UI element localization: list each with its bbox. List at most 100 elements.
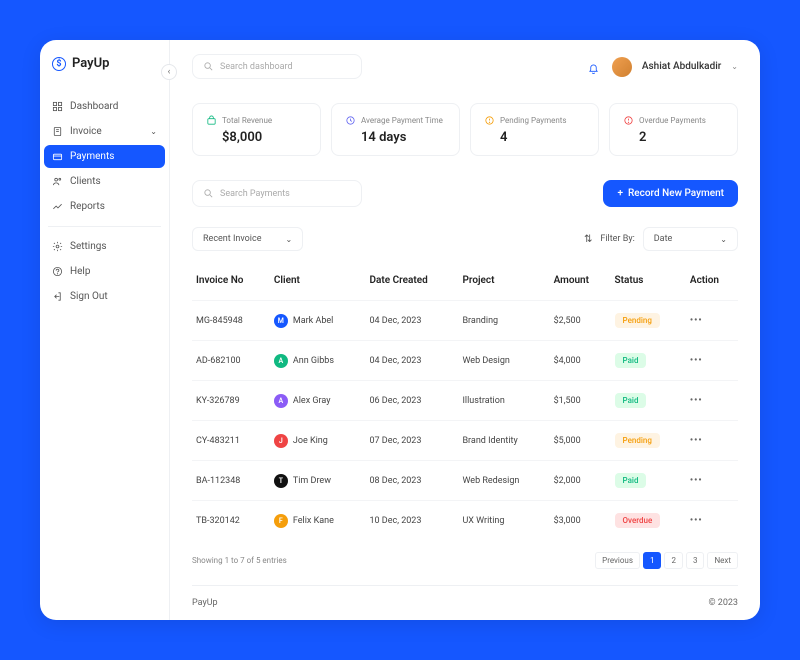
sort-dropdown[interactable]: Recent Invoice ⌄ [192, 227, 303, 251]
button-label: Record New Payment [628, 188, 724, 199]
table-row: KY-326789 AAlex Gray 06 Dec, 2023 Illust… [192, 381, 738, 421]
user-area: Ashiat Abdulkadir ⌄ [588, 57, 738, 77]
stat-icon [205, 114, 217, 126]
record-payment-button[interactable]: + Record New Payment [603, 180, 738, 207]
client-cell: AAlex Gray [274, 394, 362, 408]
sidebar-item-signout[interactable]: Sign Out [44, 285, 165, 308]
page-footer: PayUp © 2023 [192, 585, 738, 620]
row-actions-button[interactable]: ••• [690, 356, 703, 366]
row-actions-button[interactable]: ••• [690, 476, 703, 486]
stat-card: Pending Payments 4 [470, 103, 599, 156]
row-actions-button[interactable]: ••• [690, 316, 703, 326]
sidebar-divider [48, 226, 161, 227]
sidebar-item-label: Invoice [70, 126, 102, 137]
stat-label: Total Revenue [222, 116, 272, 125]
client-name: Ann Gibbs [293, 356, 334, 366]
status-badge: Paid [615, 473, 647, 488]
client-avatar: F [274, 514, 288, 528]
client-avatar: A [274, 394, 288, 408]
client-name: Felix Kane [293, 516, 334, 526]
invoice-cell: MG-845948 [192, 301, 270, 341]
date-cell: 06 Dec, 2023 [365, 381, 458, 421]
column-header: Action [686, 267, 738, 301]
table-row: TB-320142 FFelix Kane 10 Dec, 2023 UX Wr… [192, 501, 738, 541]
sidebar-item-label: Payments [70, 151, 114, 162]
stat-icon [483, 114, 495, 126]
footer-brand: PayUp [192, 598, 218, 608]
project-cell: Brand Identity [458, 421, 549, 461]
amount-cell: $4,000 [550, 341, 611, 381]
sidebar-item-reports[interactable]: Reports [44, 195, 165, 218]
pagination-next[interactable]: Next [707, 552, 738, 569]
table-footer: Showing 1 to 7 of 5 entries Previous123N… [192, 540, 738, 585]
project-cell: Branding [458, 301, 549, 341]
table-row: CY-483211 J Joe King 07 Dec, 2023 Brand I… [192, 421, 738, 461]
search-dashboard-input[interactable]: Search dashboard [192, 54, 362, 79]
client-name: Mark Abel [293, 316, 333, 326]
logo-icon: $ [52, 57, 66, 71]
invoice-cell: AD-682100 [192, 341, 270, 381]
sidebar-item-help[interactable]: Help [44, 260, 165, 283]
pagination-page[interactable]: 3 [686, 552, 705, 569]
reports-icon [52, 201, 63, 212]
client-avatar: T [274, 474, 288, 488]
column-header: Invoice No [192, 267, 270, 301]
stat-value: 4 [483, 130, 586, 145]
filter-icon: ⇅ [584, 234, 592, 245]
row-actions-button[interactable]: ••• [690, 516, 703, 526]
status-badge: Pending [615, 433, 660, 448]
invoice-cell: CY-483211 [192, 421, 270, 461]
row-actions-button[interactable]: ••• [690, 396, 703, 406]
stat-value: 2 [622, 130, 725, 145]
search-placeholder: Search Payments [220, 189, 290, 199]
brand-name: PayUp [72, 56, 109, 71]
invoice-cell: KY-326789 [192, 381, 270, 421]
column-header: Amount [550, 267, 611, 301]
chevron-down-icon[interactable]: ⌄ [731, 62, 738, 71]
logo: $ PayUp [44, 56, 165, 95]
footer-copy: © 2023 [708, 598, 738, 608]
collapse-sidebar-button[interactable]: ‹ [161, 64, 177, 80]
clients-icon [52, 176, 63, 187]
client-avatar: J [274, 434, 288, 448]
column-header: Client [270, 267, 366, 301]
avatar[interactable] [612, 57, 632, 77]
pagination-page[interactable]: 2 [664, 552, 683, 569]
sidebar-item-clients[interactable]: Clients [44, 170, 165, 193]
sidebar-item-label: Sign Out [70, 291, 108, 302]
sidebar-item-invoice[interactable]: Invoice ⌄ [44, 120, 165, 143]
column-header: Status [611, 267, 686, 301]
client-name: Joe King [293, 436, 328, 446]
project-cell: Illustration [458, 381, 549, 421]
actions-row: Search Payments + Record New Payment [192, 180, 738, 207]
dropdown-value: Date [654, 234, 673, 244]
stat-label: Average Payment Time [361, 116, 443, 125]
project-cell: UX Writing [458, 501, 549, 541]
pagination-prev[interactable]: Previous [595, 552, 640, 569]
filter-by: ⇅ Filter By: Date ⌄ [584, 227, 738, 251]
filter-label: Filter By: [600, 234, 634, 244]
search-placeholder: Search dashboard [220, 62, 293, 72]
pagination-page[interactable]: 1 [643, 552, 662, 569]
table-row: MG-845948 MMark Abel 04 Dec, 2023 Brandi… [192, 301, 738, 341]
amount-cell: $2,000 [550, 461, 611, 501]
filter-row: Recent Invoice ⌄ ⇅ Filter By: Date ⌄ [192, 227, 738, 251]
stats-row: Total Revenue$8,000Average Payment Time1… [192, 103, 738, 156]
sidebar-item-label: Settings [70, 241, 107, 252]
amount-cell: $2,500 [550, 301, 611, 341]
notification-icon[interactable] [588, 60, 602, 74]
amount-cell: $3,000 [550, 501, 611, 541]
column-header: Project [458, 267, 549, 301]
main-content: Search dashboard Ashiat Abdulkadir ⌄ Tot… [170, 40, 760, 620]
stat-label: Pending Payments [500, 116, 567, 125]
search-payments-input[interactable]: Search Payments [192, 180, 362, 207]
filter-dropdown[interactable]: Date ⌄ [643, 227, 738, 251]
client-cell: AAnn Gibbs [274, 354, 362, 368]
sidebar-item-settings[interactable]: Settings [44, 235, 165, 258]
sidebar-item-dashboard[interactable]: Dashboard [44, 95, 165, 118]
sidebar-item-payments[interactable]: Payments [44, 145, 165, 168]
row-actions-button[interactable]: ••• [690, 436, 703, 446]
date-cell: 07 Dec, 2023 [365, 421, 458, 461]
stat-card: Total Revenue$8,000 [192, 103, 321, 156]
gear-icon [52, 241, 63, 252]
